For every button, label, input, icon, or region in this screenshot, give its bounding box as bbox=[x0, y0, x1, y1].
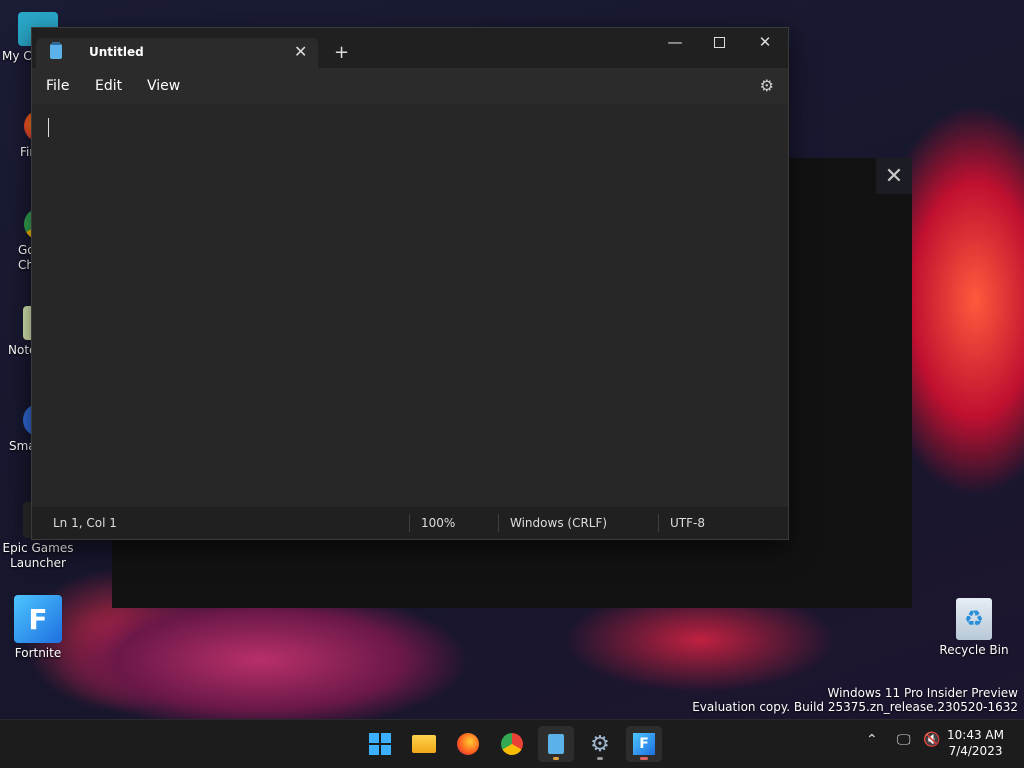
start-button[interactable] bbox=[362, 726, 398, 762]
close-icon: ✕ bbox=[884, 163, 904, 189]
desktop-icon-recycle-bin[interactable]: ♻ Recycle Bin bbox=[939, 598, 1009, 658]
desktop-icon-label: Epic Games Launcher bbox=[2, 541, 74, 570]
watermark-line-1: Windows 11 Pro Insider Preview bbox=[827, 686, 1018, 700]
notepad-window: Untitled ✕ + — ✕ File Edit View ⚙ Ln 1, … bbox=[31, 27, 789, 540]
desktop-icon-fortnite[interactable]: F Fortnite bbox=[6, 595, 70, 661]
chrome-icon bbox=[501, 733, 523, 755]
network-icon: 🖵 bbox=[897, 732, 911, 748]
running-indicator bbox=[597, 757, 603, 760]
close-button[interactable]: ✕ bbox=[876, 158, 912, 194]
volume-muted-icon: 🔇 bbox=[923, 732, 941, 748]
running-indicator bbox=[640, 757, 648, 760]
gear-icon: ⚙ bbox=[759, 76, 774, 95]
taskbar-chrome[interactable] bbox=[494, 726, 530, 762]
title-bar[interactable]: Untitled ✕ + — ✕ bbox=[32, 28, 788, 68]
gear-icon: ⚙ bbox=[590, 731, 610, 757]
menu-file[interactable]: File bbox=[46, 78, 69, 94]
windows-start-icon bbox=[369, 733, 391, 755]
tab-title: Untitled bbox=[89, 45, 144, 59]
running-indicator bbox=[553, 757, 559, 760]
status-encoding[interactable]: UTF-8 bbox=[670, 516, 705, 530]
fortnite-icon: F bbox=[14, 595, 62, 643]
folder-icon bbox=[412, 735, 436, 753]
taskbar-settings[interactable]: ⚙ bbox=[582, 726, 618, 762]
status-line-ending[interactable]: Windows (CRLF) bbox=[510, 516, 607, 530]
taskbar-notepad[interactable] bbox=[538, 726, 574, 762]
status-divider bbox=[409, 514, 410, 532]
network-button[interactable]: 🖵 bbox=[897, 732, 911, 748]
notepad-icon bbox=[50, 42, 62, 59]
fortnite-icon: F bbox=[633, 733, 655, 755]
menu-edit[interactable]: Edit bbox=[95, 78, 122, 94]
text-caret bbox=[48, 118, 49, 137]
clock-date: 7/4/2023 bbox=[948, 744, 1003, 758]
clock[interactable]: 10:43 AM 7/4/2023 bbox=[947, 727, 1004, 759]
close-window-button[interactable]: ✕ bbox=[742, 28, 788, 56]
show-hidden-icons-button[interactable]: ⌃ bbox=[866, 732, 878, 748]
new-tab-button[interactable]: + bbox=[334, 42, 349, 63]
text-editor[interactable] bbox=[32, 104, 788, 509]
status-bar: Ln 1, Col 1 100% Windows (CRLF) UTF-8 bbox=[32, 507, 788, 539]
minimize-button[interactable]: — bbox=[652, 28, 698, 56]
status-zoom[interactable]: 100% bbox=[421, 516, 455, 530]
taskbar-file-explorer[interactable] bbox=[406, 726, 442, 762]
tab-close-button[interactable]: ✕ bbox=[294, 42, 307, 61]
desktop-icon-label: Fortnite bbox=[14, 646, 62, 660]
desktop-icon-label: Recycle Bin bbox=[939, 643, 1009, 657]
recycle-bin-icon: ♻ bbox=[956, 598, 992, 640]
close-icon: ✕ bbox=[758, 33, 772, 51]
minimize-icon: — bbox=[667, 33, 683, 51]
notepad-icon bbox=[548, 734, 564, 754]
maximize-icon bbox=[713, 36, 725, 48]
watermark-line-2: Evaluation copy. Build 25375.zn_release.… bbox=[692, 700, 1018, 714]
chevron-up-icon: ⌃ bbox=[866, 732, 878, 748]
maximize-button[interactable] bbox=[696, 28, 742, 56]
menu-bar: File Edit View ⚙ bbox=[32, 68, 788, 104]
taskbar: ⚙ F ⌃ 🖵 🔇 10:43 AM 7/4/2023 bbox=[0, 719, 1024, 768]
tab-untitled[interactable]: Untitled ✕ bbox=[36, 38, 318, 68]
settings-button[interactable]: ⚙ bbox=[760, 76, 774, 95]
status-divider bbox=[498, 514, 499, 532]
status-divider bbox=[658, 514, 659, 532]
menu-view[interactable]: View bbox=[147, 78, 180, 94]
volume-button[interactable]: 🔇 bbox=[923, 732, 940, 748]
taskbar-fortnite[interactable]: F bbox=[626, 726, 662, 762]
status-position: Ln 1, Col 1 bbox=[53, 516, 117, 530]
taskbar-firefox[interactable] bbox=[450, 726, 486, 762]
clock-time: 10:43 AM bbox=[947, 728, 1004, 742]
firefox-icon bbox=[457, 733, 479, 755]
windows-watermark: Windows 11 Pro Insider Preview Evaluatio… bbox=[692, 686, 1018, 714]
